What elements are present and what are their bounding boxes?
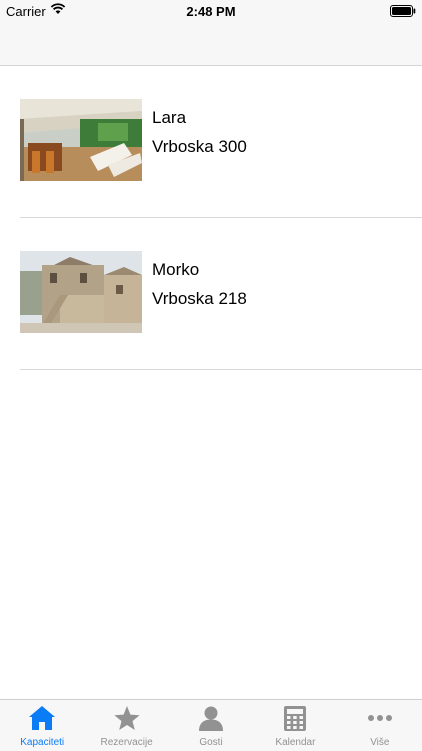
tab-label: Kalendar: [275, 737, 316, 748]
property-list: Lara Vrboska 300 Morko Vrboska 218: [0, 66, 422, 370]
tab-kalendar[interactable]: Kalendar: [253, 700, 337, 751]
tab-label: Kapaciteti: [20, 737, 65, 748]
home-icon: [28, 705, 56, 736]
tab-bar: Kapaciteti Rezervacije Gosti Kalendar Vi…: [0, 699, 422, 751]
tab-gosti[interactable]: Gosti: [169, 700, 253, 751]
tab-vise[interactable]: Više: [338, 700, 422, 751]
person-icon: [197, 705, 225, 736]
tab-kapaciteti[interactable]: Kapaciteti: [0, 700, 84, 751]
battery-icon: [390, 5, 416, 17]
navigation-bar: [0, 22, 422, 66]
calculator-icon: [281, 705, 309, 736]
property-address: Vrboska 300: [152, 137, 247, 156]
tab-label: Više: [370, 737, 390, 748]
tab-rezervacije[interactable]: Rezervacije: [84, 700, 168, 751]
status-bar: Carrier 2:48 PM: [0, 0, 422, 22]
property-photo: [20, 251, 142, 333]
list-item[interactable]: Morko Vrboska 218: [0, 218, 422, 370]
clock-time: 2:48 PM: [186, 4, 236, 19]
star-icon: [113, 705, 141, 736]
property-address: Vrboska 218: [152, 289, 247, 308]
property-name: Lara: [152, 108, 187, 127]
list-item[interactable]: Lara Vrboska 300: [0, 66, 422, 218]
property-photo: [20, 99, 142, 181]
tab-label: Rezervacije: [100, 737, 153, 748]
more-icon: [366, 705, 394, 736]
tab-label: Gosti: [199, 737, 223, 748]
property-name: Morko: [152, 260, 200, 279]
